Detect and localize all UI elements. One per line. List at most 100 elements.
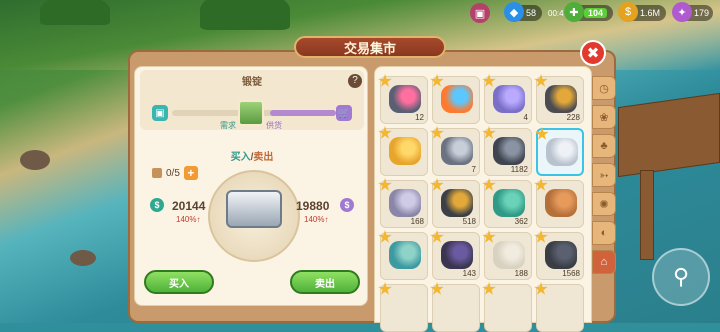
fishing-rod-icon: ⚲ — [672, 264, 690, 289]
item-icon — [441, 241, 473, 269]
tab-buy[interactable]: 买入 — [231, 152, 251, 163]
tab-shell[interactable]: ◐ — [592, 221, 616, 245]
market-icon: ⌂ — [600, 256, 608, 268]
item-cell[interactable]: 168 — [378, 178, 428, 228]
item-count: 7 — [471, 165, 476, 174]
coin-count: 1.6M — [640, 8, 661, 18]
tab-mushroom[interactable]: ♣ — [592, 134, 616, 158]
supply-label: 供货 — [266, 121, 282, 130]
rock — [70, 250, 96, 266]
quantity-stepper: 0/5 + — [152, 166, 198, 180]
mushroom-icon: ♣ — [600, 140, 608, 152]
item-cell[interactable]: 1182 — [482, 126, 532, 176]
palm-tree — [40, 0, 110, 25]
tab-clock[interactable]: ◷ — [592, 76, 616, 100]
star-icon — [535, 127, 549, 140]
chest-icon[interactable]: ▣ — [470, 3, 490, 23]
item-cell[interactable] — [534, 178, 584, 228]
shell-icon: ◐ — [600, 227, 608, 239]
item-cell[interactable] — [378, 282, 428, 332]
item-cell[interactable]: 518 — [430, 178, 480, 228]
ingot-stack-icon — [238, 100, 264, 126]
sell-change: 140%↑ — [304, 215, 329, 224]
add-quantity-button[interactable]: + — [183, 166, 198, 180]
close-button[interactable]: ✖ — [580, 40, 606, 66]
coin-icon: $ — [618, 2, 638, 22]
item-cell[interactable]: 1568 — [534, 230, 584, 280]
item-icon — [441, 85, 473, 113]
tab-market[interactable]: ⌂ — [592, 250, 616, 274]
wooden-pier — [640, 170, 654, 260]
item-name: 锻锭 — [242, 77, 262, 88]
item-count: 228 — [566, 113, 580, 122]
buy-button[interactable]: 买入 — [144, 270, 214, 294]
item-cell[interactable] — [535, 127, 584, 176]
item-cell[interactable] — [482, 282, 532, 332]
tab-fish[interactable]: ➳ — [592, 163, 616, 187]
item-cell[interactable]: 188 — [482, 230, 532, 280]
trade-tabs[interactable]: 买入/卖出 — [140, 148, 364, 163]
item-count: 1568 — [562, 269, 580, 278]
beetle-icon: ✺ — [599, 198, 609, 211]
gem-counter[interactable]: ◆ 58 — [504, 2, 543, 24]
fishing-rod-button[interactable]: ⚲ — [652, 248, 710, 306]
coin-counter[interactable]: $ 1.6M — [618, 2, 667, 24]
item-icon — [545, 189, 577, 217]
supply-fill — [270, 110, 336, 116]
help-icon[interactable]: ? — [348, 74, 362, 88]
buy-coin-icon: $ — [150, 198, 164, 212]
orb-counter[interactable]: ✦ 179 — [672, 2, 714, 24]
item-icon — [545, 241, 577, 269]
item-cell[interactable] — [430, 282, 480, 332]
orb-icon: ✦ — [672, 2, 692, 22]
energy-icon: ✚ — [564, 2, 584, 22]
item-cell[interactable] — [534, 282, 584, 332]
item-icon — [546, 138, 578, 166]
item-icon — [389, 241, 421, 269]
item-icon — [545, 85, 577, 113]
item-count: 1182 — [510, 165, 528, 174]
item-cell[interactable]: 4 — [482, 74, 532, 124]
item-cell[interactable] — [378, 230, 428, 280]
gem-icon: ◆ — [504, 2, 524, 22]
tab-sell[interactable]: 卖出 — [253, 152, 273, 163]
item-icon — [389, 137, 421, 165]
paw-icon: ❀ — [599, 111, 609, 124]
item-cell[interactable] — [430, 74, 480, 124]
item-cell[interactable]: 228 — [534, 74, 584, 124]
item-cell[interactable] — [378, 126, 428, 176]
fish-icon: ➳ — [599, 169, 609, 182]
item-icon — [389, 189, 421, 217]
item-icon — [441, 137, 473, 165]
item-count: 4 — [523, 113, 528, 122]
cart-icon: 🛒 — [336, 105, 352, 121]
energy-value: 104 — [584, 8, 608, 18]
top-hud: ▣ — [470, 2, 490, 24]
item-cell[interactable]: 362 — [482, 178, 532, 228]
item-icon — [441, 189, 473, 217]
bag-icon — [152, 168, 162, 178]
orb-count: 179 — [694, 8, 710, 18]
item-cell[interactable]: 12 — [378, 74, 428, 124]
palm-tree — [200, 0, 290, 30]
sell-button[interactable]: 卖出 — [290, 270, 360, 294]
item-icon — [389, 85, 421, 113]
wooden-pier — [618, 92, 720, 178]
clock-icon: ◷ — [599, 82, 609, 95]
item-icon — [493, 85, 525, 113]
item-icon — [493, 137, 525, 165]
item-count: 143 — [462, 269, 476, 278]
item-cell[interactable]: 143 — [430, 230, 480, 280]
tab-paw[interactable]: ❀ — [592, 105, 616, 129]
buy-change: 140%↑ — [176, 215, 201, 224]
item-count: 518 — [462, 217, 476, 226]
energy-counter[interactable]: ✚ 104 — [564, 2, 614, 24]
rock — [20, 150, 50, 170]
item-supply-demand: 锻锭 ? ▣ 🛒 需求 供货 — [140, 70, 364, 130]
item-count: 168 — [410, 217, 424, 226]
quantity-value: 0/5 — [166, 167, 180, 179]
item-icon — [493, 189, 525, 217]
item-cell[interactable]: 7 — [430, 126, 480, 176]
tab-beetle[interactable]: ✺ — [592, 192, 616, 216]
close-icon: ✖ — [586, 45, 600, 62]
